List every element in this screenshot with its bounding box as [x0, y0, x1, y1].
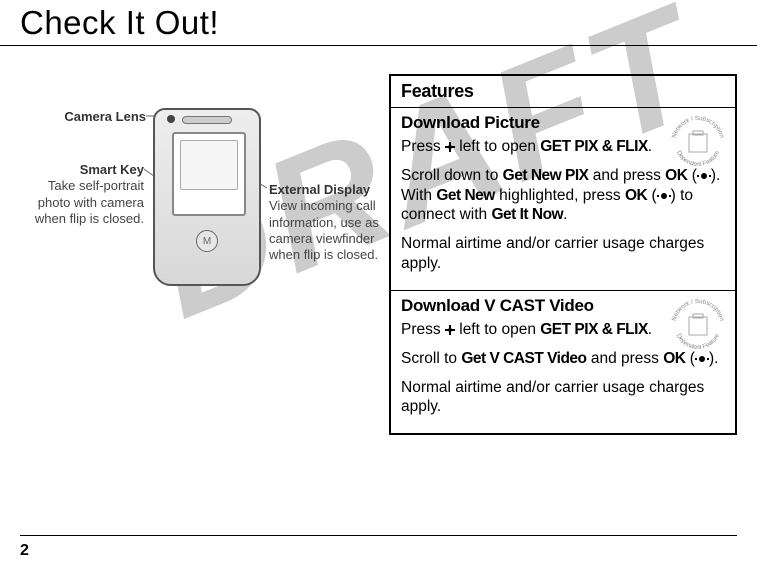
phone-speaker — [182, 116, 232, 124]
center-key-icon — [697, 171, 711, 181]
page-number: 2 — [20, 542, 29, 560]
text: . — [648, 138, 652, 155]
center-key-icon — [695, 354, 709, 364]
text: Press — [401, 321, 445, 338]
feature-download-picture: Network / Subscription Dependent Feature… — [391, 107, 735, 290]
page-title: Check It Out! — [0, 0, 757, 46]
menu-ref: Get V CAST Video — [461, 350, 586, 367]
svg-text:Network / Subscription: Network / Subscription — [671, 115, 726, 139]
note: Normal airtime and/or carrier usage char… — [401, 234, 725, 274]
text: and press — [587, 350, 664, 367]
nav-key-icon — [445, 142, 455, 152]
svg-text:Network / Subscription: Network / Subscription — [671, 298, 726, 322]
external-display-screen — [180, 140, 238, 190]
features-header: Features — [391, 76, 735, 107]
footer-rule — [20, 535, 737, 536]
text: ( — [647, 187, 656, 204]
menu-ref: Get New PIX — [503, 167, 589, 184]
text: Scroll down to — [401, 167, 503, 184]
text: . — [563, 206, 567, 223]
nav-key-icon — [445, 325, 455, 335]
camera-lens-icon — [167, 115, 175, 123]
center-key-icon — [657, 191, 671, 201]
subscription-badge-icon: Network / Subscription Dependent Feature — [669, 297, 727, 355]
feature-download-vcast: Network / Subscription Dependent Feature… — [391, 290, 735, 433]
text: . — [648, 321, 652, 338]
diagram-column: Camera Lens Smart Key Take self-portrait… — [20, 74, 375, 354]
menu-ref: Get It Now — [491, 206, 563, 223]
features-box: Features Network / Subscription Dependen… — [389, 74, 737, 435]
phone-body: M — [153, 108, 261, 286]
text: and press — [588, 167, 665, 184]
menu-ref: GET PIX & FLIX — [540, 321, 648, 338]
text: highlighted, press — [495, 187, 625, 204]
phone-logo-icon: M — [196, 230, 218, 252]
subscription-badge-icon: Network / Subscription Dependent Feature — [669, 114, 727, 172]
features-column: Features Network / Subscription Dependen… — [389, 74, 737, 435]
menu-ref: GET PIX & FLIX — [540, 138, 648, 155]
text: left to open — [455, 321, 540, 338]
external-display-area — [172, 132, 246, 216]
text: left to open — [455, 138, 540, 155]
note: Normal airtime and/or carrier usage char… — [401, 378, 725, 418]
content-area: Camera Lens Smart Key Take self-portrait… — [0, 46, 757, 435]
menu-ref: Get New — [436, 187, 495, 204]
text: Press — [401, 138, 445, 155]
phone-illustration: M — [153, 108, 261, 286]
text: Scroll to — [401, 350, 461, 367]
key-ref: OK — [625, 187, 647, 204]
